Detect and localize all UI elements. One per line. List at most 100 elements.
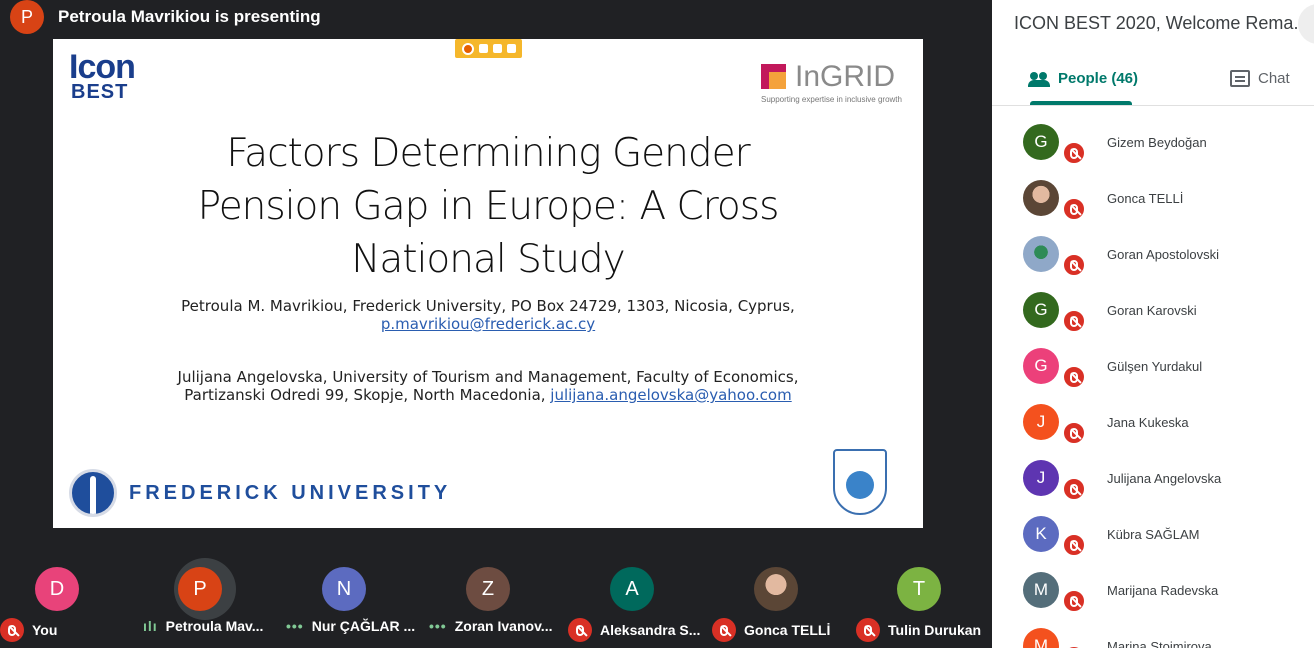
person-name: Goran Karovski — [1107, 303, 1197, 318]
participant-tile[interactable]: P ılı Petroula Mav... — [143, 548, 283, 648]
mic-off-icon — [1062, 197, 1086, 221]
mic-off-icon — [1062, 421, 1086, 445]
participant-label: Gonca TELLİ — [712, 618, 830, 642]
person-avatar: G — [1023, 348, 1059, 384]
screen-share-controls[interactable] — [455, 39, 522, 58]
participant-tile[interactable]: N ••• Nur ÇAĞLAR ... — [286, 548, 426, 648]
meeting-title: ICON BEST 2020, Welcome Rema... — [1014, 13, 1309, 33]
participant-tile[interactable]: A Aleksandra S... — [568, 548, 708, 648]
ingrid-logo-word: InGRID — [795, 60, 896, 93]
list-item[interactable]: Goran Apostolovski — [992, 219, 1314, 277]
participant-avatar: A — [610, 567, 654, 611]
person-name: Goran Apostolovski — [1107, 247, 1220, 262]
list-item[interactable]: K Kübra SAĞLAM — [992, 499, 1314, 557]
list-item[interactable]: J Julijana Angelovska — [992, 443, 1314, 501]
participant-avatar: Z — [466, 567, 510, 611]
participant-name: Zoran Ivanov... — [454, 618, 553, 634]
tab-people-label: People (46) — [1058, 70, 1139, 87]
mic-off-icon — [1062, 141, 1086, 165]
author-2-email-link[interactable]: julijana.angelovska@yahoo.com — [550, 386, 791, 404]
people-list[interactable]: G Gizem Beydoğan Gonca TELLİ Goran Apost… — [992, 107, 1314, 648]
icon-best-logo-sub: BEST — [71, 81, 129, 103]
icon-best-logo-word: Icon — [69, 48, 136, 86]
close-panel-button[interactable] — [1298, 4, 1314, 44]
participant-tile[interactable]: Gonca TELLİ — [712, 548, 852, 648]
participant-tile[interactable]: Z ••• Zoran Ivanov... — [429, 548, 569, 648]
author-2-address: Partizanski Odredi 99, Skopje, North Mac… — [113, 386, 863, 404]
browser-icon — [461, 42, 474, 55]
chat-icon — [1230, 70, 1250, 87]
mic-off-icon — [856, 618, 880, 642]
participant-name: Nur ÇAĞLAR ... — [311, 618, 416, 634]
person-avatar: G — [1023, 124, 1059, 160]
side-panel: ICON BEST 2020, Welcome Rema... People (… — [992, 0, 1314, 648]
author-2: Julijana Angelovska, University of Touri… — [113, 368, 863, 404]
list-item[interactable]: G Gülşen Yurdakul — [992, 331, 1314, 389]
ingrid-tagline: Supporting expertise in inclusive growth — [761, 95, 902, 104]
author-1-email-link[interactable]: p.mavrikiou@frederick.ac.cy — [113, 315, 863, 333]
list-item[interactable]: M Marina Stojmirova — [992, 611, 1314, 648]
author-1-affiliation: Petroula M. Mavrikiou, Frederick Univers… — [181, 297, 795, 315]
slide-title-line: Pension Gap in Europe: A Cross — [197, 184, 780, 229]
shared-slide: Icon BEST InGRID Supporting expertise in… — [53, 39, 923, 528]
audio-dots-icon: ••• — [286, 618, 304, 634]
participant-avatar: T — [897, 567, 941, 611]
participant-name: Tulin Durukan — [888, 622, 982, 638]
globe-icon — [846, 471, 874, 499]
list-item[interactable]: G Goran Karovski — [992, 275, 1314, 333]
speaking-indicator-icon: ılı — [143, 618, 158, 634]
person-avatar: M — [1023, 628, 1059, 648]
icon-best-logo: Icon BEST — [69, 48, 155, 105]
participant-name: Gonca TELLİ — [744, 622, 831, 638]
camera-icon[interactable] — [478, 44, 488, 53]
panel-tabs: People (46) Chat — [992, 58, 1314, 106]
mic-off-icon — [568, 618, 592, 642]
list-item[interactable]: M Marijana Radevska — [992, 555, 1314, 613]
person-avatar: M — [1023, 572, 1059, 608]
person-avatar: K — [1023, 516, 1059, 552]
participant-tile[interactable]: D You — [0, 548, 140, 648]
person-name: Marijana Radevska — [1107, 583, 1219, 598]
person-name: Julijana Angelovska — [1107, 471, 1222, 486]
participant-name: Aleksandra S... — [600, 622, 701, 638]
person-name: Jana Kukeska — [1107, 415, 1189, 430]
author-2-affiliation: Julijana Angelovska, University of Touri… — [177, 368, 799, 386]
mic-off-icon — [1062, 589, 1086, 613]
presenter-status-text: Petroula Mavrikiou is presenting — [58, 7, 321, 26]
participant-label: ılı Petroula Mav... — [143, 618, 263, 634]
presenter-bar: P Petroula Mavrikiou is presenting — [10, 0, 321, 34]
mic-off-icon — [1062, 253, 1086, 277]
author-1: Petroula M. Mavrikiou, Frederick Univers… — [113, 297, 863, 333]
mic-off-icon — [712, 618, 736, 642]
tab-people[interactable]: People (46) — [1028, 70, 1138, 87]
person-avatar: J — [1023, 404, 1059, 440]
frederick-university-logo: FREDERICK UNIVERSITY — [69, 469, 451, 517]
participant-tile[interactable]: T Tulin Durukan — [856, 548, 996, 648]
window-icon[interactable] — [506, 44, 516, 53]
participant-label: Tulin Durukan — [856, 618, 981, 642]
mic-off-icon — [1062, 477, 1086, 501]
participant-name: You — [32, 622, 58, 638]
list-item[interactable]: Gonca TELLİ — [992, 163, 1314, 221]
meeting-stage: P Petroula Mavrikiou is presenting Icon … — [0, 0, 992, 648]
person-name: Gonca TELLİ — [1107, 191, 1184, 206]
slide-title-line: National Study — [351, 237, 626, 282]
person-name: Kübra SAĞLAM — [1107, 527, 1200, 542]
person-name: Marina Stojmirova — [1107, 639, 1212, 648]
list-item[interactable]: G Gizem Beydoğan — [992, 107, 1314, 165]
participant-photo — [754, 567, 798, 611]
tab-chat-label: Chat — [1258, 70, 1290, 87]
list-item[interactable]: J Jana Kukeska — [992, 387, 1314, 445]
participant-label: ••• Zoran Ivanov... — [429, 618, 552, 634]
active-tab-indicator — [1030, 101, 1132, 105]
ingrid-logo: InGRID Supporting expertise in inclusive… — [761, 61, 905, 105]
people-icon — [1028, 71, 1050, 87]
tab-chat[interactable]: Chat — [1230, 70, 1290, 87]
mic-icon[interactable] — [492, 44, 502, 53]
participant-label: ••• Nur ÇAĞLAR ... — [286, 618, 415, 634]
slide-title-line: Factors Determining Gender — [226, 131, 750, 176]
person-name: Gülşen Yurdakul — [1107, 359, 1203, 374]
audio-dots-icon: ••• — [429, 618, 447, 634]
participant-label: Aleksandra S... — [568, 618, 700, 642]
participant-label: You — [0, 618, 57, 642]
